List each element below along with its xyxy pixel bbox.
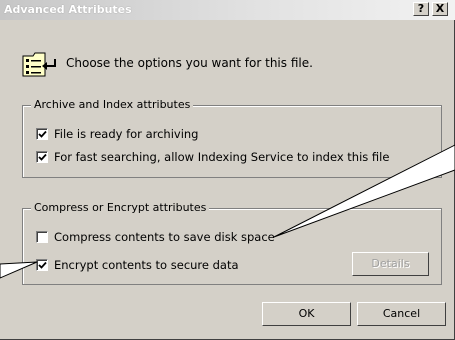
- indexing-checkbox[interactable]: [36, 151, 48, 163]
- indexing-label: For fast searching, allow Indexing Servi…: [54, 150, 390, 164]
- details-button[interactable]: Details: [352, 252, 429, 276]
- close-button[interactable]: X: [432, 2, 448, 16]
- archive-label: File is ready for archiving: [54, 127, 199, 141]
- file-properties-icon: [21, 49, 57, 82]
- compress-label: Compress contents to save disk space: [54, 230, 275, 244]
- encrypt-checkbox[interactable]: [36, 259, 48, 271]
- archive-group-label: Archive and Index attributes: [31, 98, 194, 111]
- ok-button[interactable]: OK: [262, 302, 351, 326]
- check-mark-icon: [38, 153, 47, 161]
- window-title: Advanced Attributes: [4, 3, 132, 16]
- advanced-attributes-dialog: Advanced Attributes ? X Choose the optio…: [0, 0, 455, 340]
- archive-checkbox-row[interactable]: File is ready for archiving: [36, 127, 199, 141]
- header-text: Choose the options you want for this fil…: [66, 56, 313, 70]
- compress-checkbox[interactable]: [36, 231, 48, 243]
- compress-checkbox-row[interactable]: Compress contents to save disk space: [36, 230, 275, 244]
- check-mark-icon: [38, 261, 47, 269]
- compress-group-label: Compress or Encrypt attributes: [31, 201, 210, 214]
- archive-checkbox[interactable]: [36, 128, 48, 140]
- encrypt-checkbox-row[interactable]: Encrypt contents to secure data: [36, 258, 239, 272]
- indexing-checkbox-row[interactable]: For fast searching, allow Indexing Servi…: [36, 150, 389, 164]
- check-mark-icon: [38, 130, 47, 138]
- archive-index-group: Archive and Index attributes: [22, 98, 442, 178]
- help-button[interactable]: ?: [413, 2, 429, 16]
- encrypt-label: Encrypt contents to secure data: [54, 258, 239, 272]
- title-bar: Advanced Attributes ? X: [0, 0, 455, 20]
- cancel-button[interactable]: Cancel: [357, 302, 446, 326]
